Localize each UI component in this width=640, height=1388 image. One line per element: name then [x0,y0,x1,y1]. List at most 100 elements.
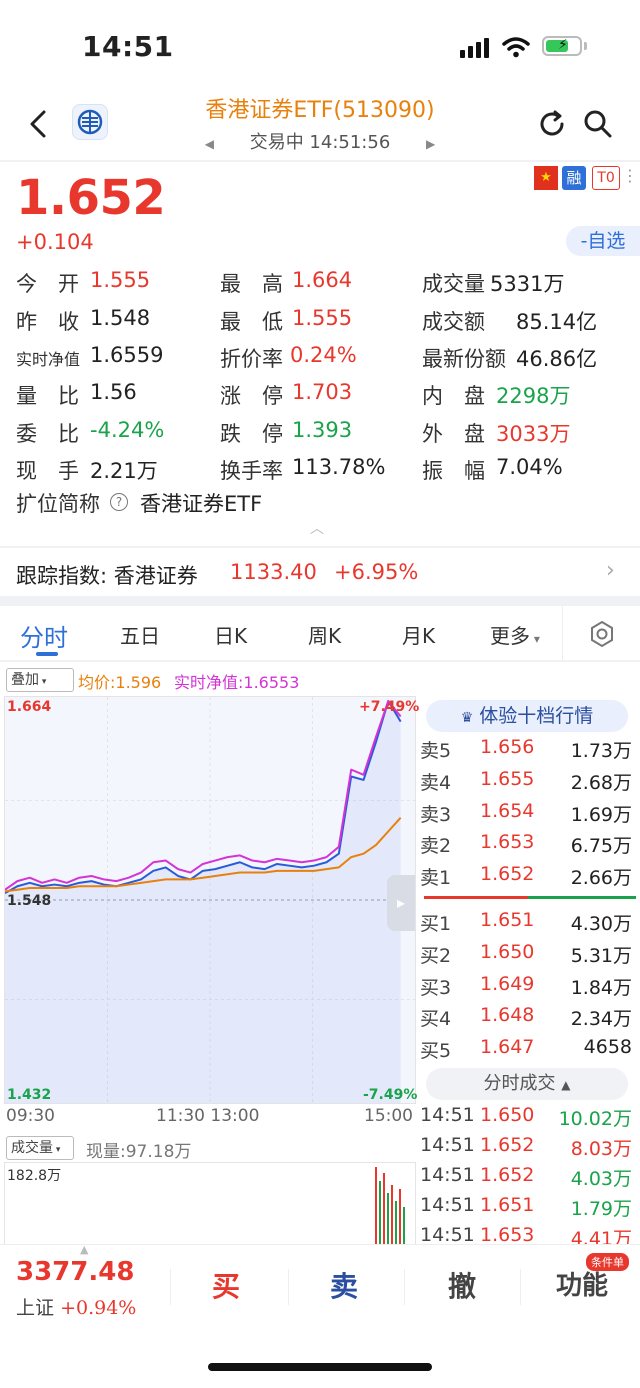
bottom-toolbar: ▲ 3377.48 上证 +0.94% 买 卖 撤 功能 条件单 [0,1243,640,1388]
current-volume: 现量:97.18万 [86,1142,192,1162]
x-label-open: 09:30 [6,1106,55,1126]
amount-label: 成交额 [422,310,485,334]
turnover-value: 113.78% [292,455,386,479]
sell-button[interactable]: 卖 [330,1265,358,1305]
ask-row-1[interactable]: 卖1 1.652 2.66万 [420,863,634,894]
settings-gear-icon[interactable] [588,620,616,648]
prev-close-label: 昨 收 [16,310,79,334]
collapse-panel-handle[interactable]: ▸ [387,875,415,931]
tracking-index-label: 跟踪指数: 香港证券 [16,564,198,588]
bid-row-1[interactable]: 买1 1.651 4.30万 [420,909,634,940]
trade-row: 14:51 1.651 1.79万 [420,1194,632,1220]
bid-ratio-value: -4.24% [90,418,165,442]
tab-weekly-k[interactable]: 周K [308,620,341,649]
amount-value: 85.14亿 [516,310,598,334]
discount-label: 折价率 [220,347,283,371]
current-hand-label: 现 手 [16,459,79,483]
limit-up-value: 1.703 [292,380,353,404]
chart-pct-top: +7.49% [359,699,420,715]
volume-ratio-value: 1.56 [90,380,137,404]
avg-price-legend: 均价:1.596 [78,673,162,692]
overlay-dropdown[interactable]: 叠加 ▾ [6,668,74,692]
discount-value: 0.24% [290,343,357,367]
shares-label: 最新份额 [422,347,506,371]
ask-row-5[interactable]: 卖5 1.656 1.73万 [420,736,634,767]
cancel-button[interactable]: 撤 [448,1265,476,1305]
chart-y-top: 1.664 [7,699,52,715]
trade-row: 14:51 1.650 10.02万 [420,1104,632,1130]
tab-five-day[interactable]: 五日 [120,620,160,649]
intraday-chart[interactable]: 1.664 1.548 1.432 +7.49% -7.49% ▸ [4,696,420,1104]
volume-ratio-label: 量 比 [16,384,79,408]
volume-max-label: 182.8万 [7,1168,62,1184]
volume-dropdown[interactable]: 成交量 ▾ [6,1136,74,1160]
next-stock-icon[interactable]: ▶ [426,137,435,151]
nav-label: 实时净值 [16,350,81,369]
tab-intraday[interactable]: 分时 [20,618,68,653]
bid-row-4[interactable]: 买4 1.648 2.34万 [420,1004,634,1035]
t0-badge: T0 [592,166,620,190]
sh-index[interactable]: 上证 +0.94% [16,1293,136,1320]
tracking-index-row[interactable]: 跟踪指数: 香港证券 1133.40 +6.95% › [0,550,640,596]
limit-down-label: 跌 停 [220,422,283,446]
volume-label: 成交量 [422,272,485,296]
wifi-icon [502,37,530,58]
open-value: 1.555 [90,268,151,292]
chart-x-axis: 09:30 11:30 13:00 15:00 [4,1104,416,1130]
bid-row-5[interactable]: 买5 1.647 4658 [420,1036,634,1067]
tab-daily-k[interactable]: 日K [214,620,247,649]
ask-row-4[interactable]: 卖4 1.655 2.68万 [420,768,634,799]
signal-icon [460,38,492,58]
ask-row-3[interactable]: 卖3 1.654 1.69万 [420,800,634,831]
outer-value: 3033万 [496,422,571,446]
shares-value: 46.86亿 [516,347,598,371]
limit-up-label: 涨 停 [220,384,283,408]
prev-stock-icon[interactable]: ◀ [205,137,214,151]
ask-row-2[interactable]: 卖2 1.653 6.75万 [420,831,634,862]
inner-value: 2298万 [496,384,571,408]
trades-header[interactable]: 分时成交 ▲ [426,1068,628,1100]
volume-value: 5331万 [490,272,565,296]
margin-badge: 融 [562,166,586,190]
trading-status-text: 交易中 14:51:56 [249,132,391,153]
limit-down-value: 1.393 [292,418,353,442]
short-name-label: 扩位简称 [16,492,100,516]
collapse-icon[interactable]: ︿ [310,518,324,538]
sh-index-value[interactable]: 3377.48 [16,1257,134,1287]
caret-up-icon: ▲ [80,1243,89,1256]
chart-y-mid: 1.548 [7,893,52,909]
tab-more[interactable]: 更多 ▾ [490,620,540,649]
condition-order-badge: 条件单 [586,1253,629,1271]
watchlist-button[interactable]: -自选 [566,226,640,256]
x-label-close: 15:00 [364,1106,413,1126]
tracking-index-value: 1133.40 [230,560,317,584]
outer-label: 外 盘 [422,422,485,446]
battery-icon: ⚡ [542,36,582,56]
short-name-value: 香港证券ETF [140,492,263,516]
trade-row: 14:51 1.652 8.03万 [420,1134,632,1160]
turnover-label: 换手率 [220,459,283,483]
chevron-right-icon: › [606,558,615,583]
inner-label: 内 盘 [422,384,485,408]
help-icon[interactable]: ? [110,493,128,511]
bid-ratio-label: 委 比 [16,422,79,446]
nav-legend: 实时净值:1.6553 [174,673,300,692]
bid-row-3[interactable]: 买3 1.649 1.84万 [420,973,634,1004]
more-badges-icon[interactable]: ⋮ [622,166,638,185]
low-value: 1.555 [292,306,353,330]
volume-chart: 182.8万 [4,1162,416,1244]
book-ratio-bar [424,896,636,899]
high-label: 最 高 [220,272,283,296]
bid-row-2[interactable]: 买2 1.650 5.31万 [420,941,634,972]
search-icon[interactable] [582,108,614,140]
amplitude-value: 7.04% [496,455,563,479]
home-indicator [208,1363,432,1371]
level10-button[interactable]: ♛ 体验十档行情 [426,700,628,732]
price-area [5,701,401,1103]
buy-button[interactable]: 买 [212,1265,240,1305]
current-hand-value: 2.21万 [90,459,158,483]
refresh-icon[interactable] [536,108,568,140]
tab-monthly-k[interactable]: 月K [402,620,435,649]
intraday-chart-svg [4,697,415,1103]
low-label: 最 低 [220,310,283,334]
